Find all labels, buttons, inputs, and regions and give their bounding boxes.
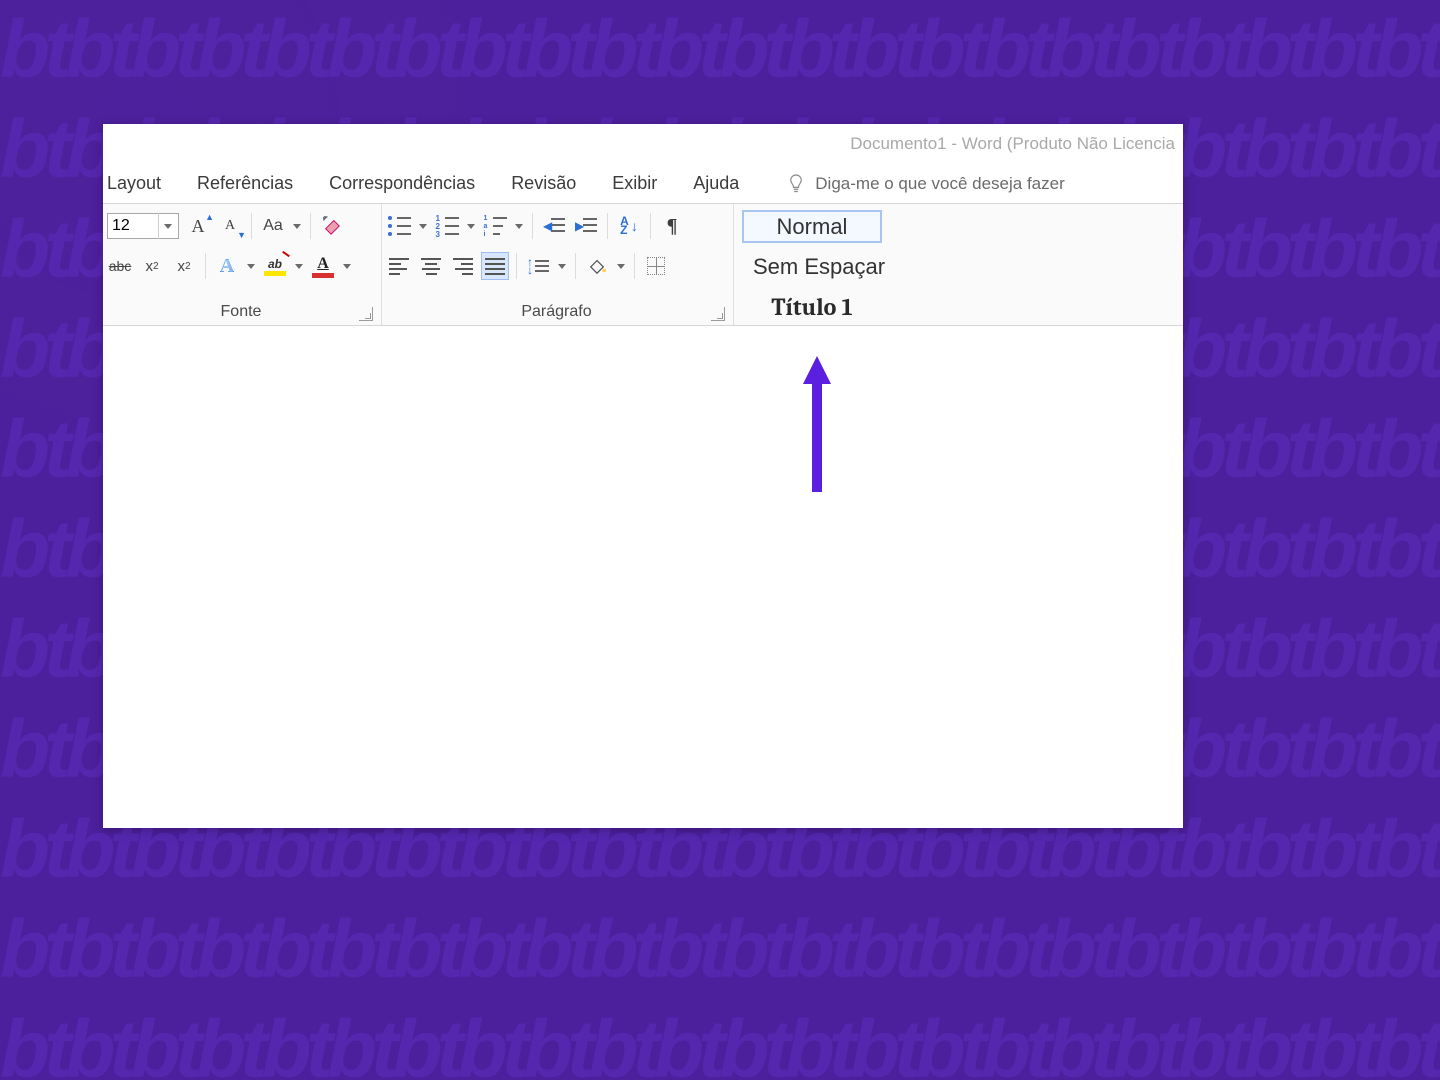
tab-view[interactable]: Exibir <box>612 173 657 194</box>
title-text: Documento1 - Word (Produto Não Licencia <box>850 134 1175 154</box>
numbering-dropdown[interactable] <box>466 213 476 239</box>
text-effects-dropdown[interactable] <box>246 253 256 279</box>
grow-font-button[interactable]: A▲ <box>185 213 211 239</box>
separator <box>634 253 635 279</box>
borders-icon <box>647 257 665 275</box>
tab-layout[interactable]: Layout <box>107 173 161 194</box>
highlight-icon: ab <box>268 257 282 271</box>
font-size-dropdown[interactable] <box>158 213 176 239</box>
increase-indent-icon: ▶ <box>575 217 597 235</box>
decrease-indent-icon: ◀ <box>543 217 565 235</box>
word-window: Documento1 - Word (Produto Não Licencia … <box>103 124 1183 828</box>
align-left-button[interactable] <box>386 253 412 279</box>
font-color-swatch <box>312 273 334 278</box>
decrease-indent-button[interactable]: ◀ <box>541 213 567 239</box>
align-center-icon <box>421 258 441 275</box>
align-justify-icon <box>485 258 505 275</box>
align-left-icon <box>389 258 409 275</box>
ribbon-tabs: Layout Referências Correspondências Revi… <box>103 164 1183 204</box>
font-dialog-launcher[interactable] <box>359 307 373 321</box>
highlight-dropdown[interactable] <box>294 253 304 279</box>
multilevel-icon: 1ai <box>484 216 507 237</box>
font-size-input[interactable] <box>108 217 158 235</box>
bullets-button[interactable] <box>386 213 412 239</box>
separator <box>607 213 608 239</box>
change-case-button[interactable]: Aa <box>260 213 286 239</box>
eraser-icon <box>321 216 343 236</box>
text-effects-button[interactable]: A <box>214 253 240 279</box>
separator <box>310 213 311 239</box>
font-color-icon: A <box>317 255 329 273</box>
line-spacing-button[interactable]: ↑↓ <box>525 253 551 279</box>
shading-button[interactable] <box>584 253 610 279</box>
font-color-dropdown[interactable] <box>342 253 352 279</box>
tab-references[interactable]: Referências <box>197 173 293 194</box>
strikethrough-button[interactable]: abc <box>107 253 133 279</box>
sort-button[interactable]: AZ↓ <box>616 213 642 239</box>
align-right-button[interactable] <box>450 253 476 279</box>
title-bar: Documento1 - Word (Produto Não Licencia <box>103 124 1183 164</box>
numbering-icon: 123 <box>436 216 459 237</box>
align-justify-button[interactable] <box>482 253 508 279</box>
subscript-button[interactable]: x2 <box>139 253 165 279</box>
document-canvas[interactable] <box>103 326 1183 828</box>
line-spacing-arrows-icon: ↑↓ <box>527 258 533 274</box>
multilevel-dropdown[interactable] <box>514 213 524 239</box>
show-hide-marks-button[interactable]: ¶ <box>659 213 685 239</box>
numbering-button[interactable]: 123 <box>434 213 460 239</box>
multilevel-list-button[interactable]: 1ai <box>482 213 508 239</box>
group-label-font: Fonte <box>107 300 375 323</box>
bullets-icon <box>388 216 411 237</box>
separator <box>205 253 206 279</box>
separator <box>650 213 651 239</box>
highlight-button[interactable]: ab <box>262 253 288 279</box>
style-normal[interactable]: Normal <box>742 210 882 243</box>
font-color-button[interactable]: A <box>310 253 336 279</box>
shading-dropdown[interactable] <box>616 253 626 279</box>
paint-bucket-icon <box>587 257 607 275</box>
superscript-button[interactable]: x2 <box>171 253 197 279</box>
style-no-spacing[interactable]: Sem Espaçar <box>742 251 896 283</box>
tab-help[interactable]: Ajuda <box>693 173 739 194</box>
align-right-icon <box>453 258 473 275</box>
separator <box>532 213 533 239</box>
paragraph-dialog-launcher[interactable] <box>711 307 725 321</box>
tab-mailings[interactable]: Correspondências <box>329 173 475 194</box>
tell-me-placeholder: Diga-me o que você deseja fazer <box>815 174 1064 194</box>
line-spacing-lines-icon <box>535 260 549 272</box>
bullets-dropdown[interactable] <box>418 213 428 239</box>
group-styles: Normal Sem Espaçar Título 1 <box>733 204 1183 325</box>
separator <box>251 213 252 239</box>
font-size-combo[interactable] <box>107 213 179 239</box>
align-center-button[interactable] <box>418 253 444 279</box>
shrink-font-button[interactable]: A▼ <box>217 213 243 239</box>
ribbon: A▲ A▼ Aa abc x2 x2 <box>103 204 1183 326</box>
line-spacing-dropdown[interactable] <box>557 253 567 279</box>
increase-indent-button[interactable]: ▶ <box>573 213 599 239</box>
clear-formatting-button[interactable] <box>319 213 345 239</box>
highlight-color-swatch <box>264 271 286 276</box>
tab-review[interactable]: Revisão <box>511 173 576 194</box>
group-paragraph: 123 1ai ◀ ▶ AZ↓ <box>381 204 733 325</box>
style-heading-1[interactable]: Título 1 <box>742 291 882 323</box>
separator <box>516 253 517 279</box>
group-label-paragraph: Parágrafo <box>386 300 727 323</box>
borders-button[interactable] <box>643 253 669 279</box>
tell-me-search[interactable]: Diga-me o que você deseja fazer <box>787 173 1064 195</box>
change-case-dropdown[interactable] <box>292 213 302 239</box>
separator <box>575 253 576 279</box>
lightbulb-icon <box>787 173 805 195</box>
group-font: A▲ A▼ Aa abc x2 x2 <box>103 204 381 325</box>
